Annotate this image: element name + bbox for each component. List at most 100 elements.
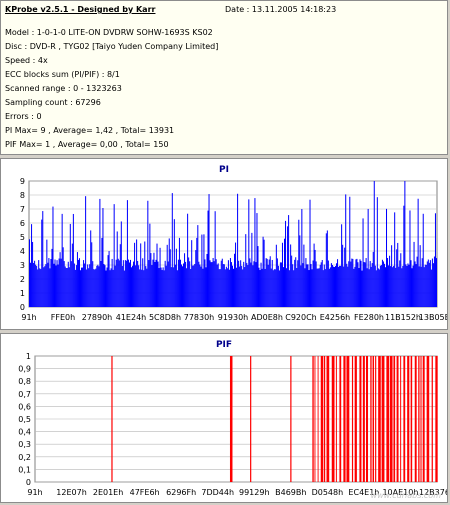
pi-bar: [304, 268, 306, 307]
pi-bar: [268, 259, 270, 307]
pi-bar: [127, 259, 129, 307]
pi-x-tick-label: E4256h: [320, 313, 350, 322]
pif-bar: [426, 356, 430, 482]
pi-bar: [246, 262, 248, 307]
pi-bar: [315, 261, 317, 307]
pi-bar: [142, 258, 144, 307]
pi-bar: [386, 208, 388, 307]
pi-bar: [128, 262, 130, 307]
pi-bar: [255, 262, 257, 307]
pi-x-tick-label: 5C8D8h: [149, 313, 181, 322]
pi-bar: [357, 262, 359, 307]
pi-bar: [279, 262, 281, 307]
pi-bar: [75, 265, 77, 307]
pi-bar: [43, 267, 45, 307]
pi-bar: [89, 264, 91, 307]
pi-bar: [86, 269, 88, 307]
pi-bar: [161, 270, 163, 307]
pi-bar: [85, 196, 87, 307]
pi-bar: [311, 269, 313, 307]
pi-bar: [186, 268, 188, 307]
pi-bar: [31, 224, 33, 307]
pi-bar: [100, 260, 102, 307]
pi-bar: [99, 198, 101, 307]
pi-x-tick-label: 91h: [21, 313, 36, 322]
pif-bar: [435, 356, 438, 482]
pif-bar: [422, 356, 425, 482]
pi-bar: [389, 255, 391, 307]
pi-bar: [348, 261, 350, 307]
pif-bar: [375, 356, 377, 482]
pi-bar: [257, 246, 259, 307]
pif-y-tick-label: 0,3: [18, 440, 31, 449]
pi-bar: [151, 265, 153, 307]
pi-bar: [175, 248, 177, 307]
pi-bar: [320, 262, 322, 307]
pi-bar: [188, 257, 190, 307]
pi-bar: [104, 265, 106, 307]
pi-bar: [242, 269, 244, 307]
pi-bar: [67, 261, 69, 307]
pi-bar: [318, 268, 320, 307]
pi-bar: [201, 234, 203, 307]
pi-x-tick-label: AD0E8h: [251, 313, 283, 322]
pi-bar: [189, 261, 191, 307]
info-ecc-blocks: ECC blocks sum (PI/PIF) : 8/1: [5, 70, 120, 79]
pi-bar: [326, 230, 328, 307]
pi-bar: [106, 267, 108, 307]
pif-x-tick-label: D0548h: [312, 488, 344, 497]
pi-bar: [190, 269, 192, 307]
pi-bar: [236, 267, 238, 307]
pi-y-tick-label: 7: [20, 205, 25, 214]
pi-bar: [173, 219, 175, 307]
pi-bar: [414, 261, 416, 307]
pi-bar: [316, 268, 318, 307]
pi-bar: [340, 265, 342, 307]
pi-bar: [381, 259, 383, 307]
pi-bar: [129, 259, 131, 307]
pi-x-tick-label: FE280h: [354, 313, 384, 322]
pi-bar: [81, 267, 83, 307]
pi-bar: [177, 259, 179, 307]
pif-bar: [400, 356, 402, 482]
pi-bar: [335, 266, 337, 307]
pi-bar: [198, 261, 200, 307]
pif-bar: [314, 356, 316, 482]
pi-bar: [353, 268, 355, 307]
pi-bar: [401, 268, 403, 307]
info-speed: Speed : 4x: [5, 56, 48, 65]
pif-chart-panel: PIF 0 0,1 0,2 0,3 0,4 0,5 0,6 0,7 0,8 0,9 1 91h 12E0…: [0, 333, 448, 503]
pi-bar: [405, 264, 407, 307]
pi-bar: [352, 258, 354, 307]
pi-bar: [291, 255, 293, 307]
pi-bar: [244, 267, 246, 307]
pi-bar: [243, 261, 245, 307]
pi-bar: [238, 260, 240, 307]
pi-bar: [254, 198, 256, 307]
pi-bar: [372, 251, 374, 307]
pi-bar: [204, 259, 206, 307]
pi-bar: [370, 266, 372, 307]
pi-bar: [281, 242, 283, 307]
pi-bar: [122, 260, 124, 307]
pi-bar: [421, 258, 423, 307]
pif-y-tick-label: 0,2: [18, 453, 31, 462]
pi-bar: [429, 260, 431, 307]
pi-bar: [360, 260, 362, 307]
pi-bar: [223, 264, 225, 307]
pi-bar: [44, 266, 46, 307]
pif-bar: [339, 356, 342, 482]
pi-bar: [59, 252, 61, 307]
pi-bar: [382, 261, 384, 307]
pi-bar: [103, 263, 105, 307]
pi-bar: [309, 199, 311, 307]
pi-bar: [203, 234, 205, 307]
pi-bar: [239, 266, 241, 307]
pi-bar: [48, 258, 50, 307]
pi-bar: [65, 268, 67, 307]
pi-bar: [271, 259, 273, 307]
pi-bar: [164, 260, 166, 307]
pi-bar: [91, 242, 93, 307]
pi-bar: [37, 269, 39, 307]
pi-bar: [294, 259, 296, 307]
